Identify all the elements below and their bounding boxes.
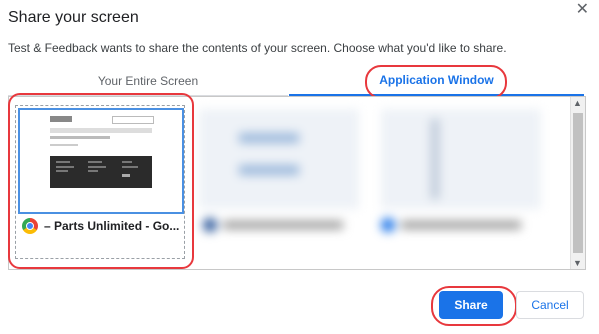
dialog-title: Share your screen: [8, 9, 139, 26]
annotation-highlight-share: [431, 286, 517, 326]
source-item-label: [203, 217, 353, 232]
annotation-highlight-item: [8, 93, 194, 269]
scrollbar[interactable]: ▲ ▼: [570, 97, 585, 269]
scroll-down-icon[interactable]: ▼: [573, 258, 582, 268]
source-item-label: [381, 217, 531, 232]
annotation-highlight-tab: [365, 65, 507, 99]
tab-entire-screen[interactable]: Your Entire Screen: [8, 66, 288, 96]
source-thumbnail[interactable]: [199, 109, 359, 209]
source-thumbnail[interactable]: [381, 109, 541, 209]
close-icon[interactable]: ✕: [576, 2, 589, 18]
scroll-up-icon[interactable]: ▲: [573, 98, 582, 108]
dialog-subtitle: Test & Feedback wants to share the conte…: [8, 41, 507, 55]
scrollbar-thumb[interactable]: [573, 113, 583, 253]
tab-entire-screen-label: Your Entire Screen: [97, 73, 199, 88]
cancel-button[interactable]: Cancel: [516, 291, 584, 319]
share-screen-dialog: Share your screen ✕ Test & Feedback want…: [0, 0, 599, 334]
